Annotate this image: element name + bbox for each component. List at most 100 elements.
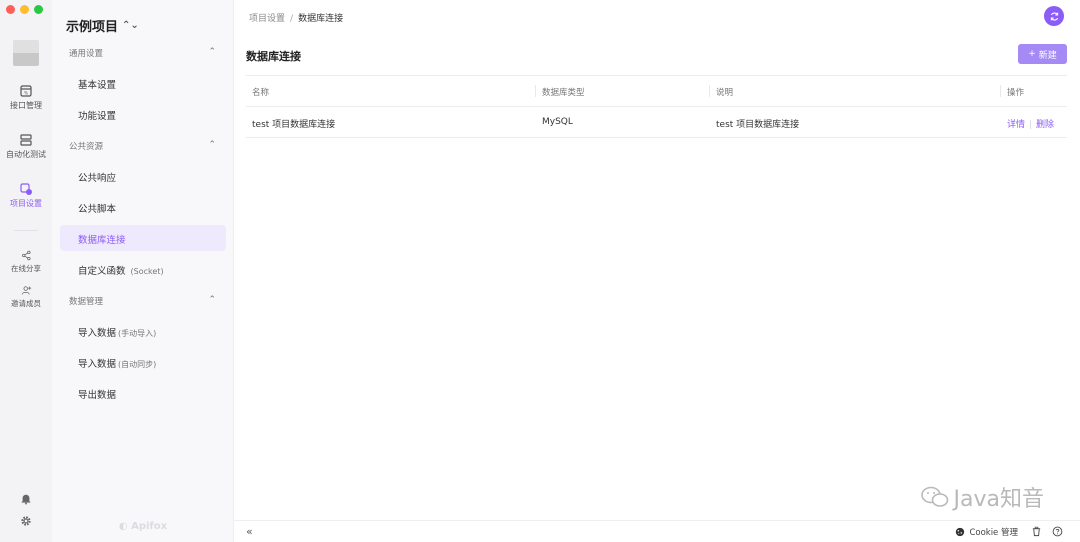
plus-icon: +	[1028, 49, 1036, 59]
column-divider	[709, 85, 710, 97]
rail-item-automation[interactable]: 自动化测试	[0, 133, 52, 160]
rail-item-label: 项目设置	[10, 199, 42, 208]
table-header-row: 名称 数据库类型 说明 操作	[246, 76, 1067, 107]
chevron-up-icon: ⌃	[208, 47, 216, 57]
project-switcher[interactable]: 示例项目 ⌃⌄	[66, 16, 139, 35]
sidebar-item-basic-settings[interactable]: 基本设置	[60, 70, 226, 96]
sidebar-item-import-auto[interactable]: 导入数据 (自动同步)	[60, 349, 226, 375]
collapse-sidebar-button[interactable]: «	[246, 525, 253, 538]
rail-item-api[interactable]: % 接口管理	[0, 84, 52, 111]
rail-item-project-settings[interactable]: 项目设置	[0, 182, 52, 209]
group-general-settings[interactable]: 通用设置 ⌃	[52, 44, 234, 64]
project-name: 示例项目	[66, 20, 119, 35]
rail-item-share[interactable]: 在线分享	[0, 250, 52, 274]
api-icon: %	[20, 85, 32, 97]
breadcrumb: 项目设置 / 数据库连接	[249, 11, 343, 24]
sync-icon	[1050, 12, 1058, 20]
chevron-up-icon: ⌃	[208, 140, 216, 150]
window-controls	[6, 5, 43, 14]
group-public-resources[interactable]: 公共资源 ⌃	[52, 137, 234, 157]
maximize-window-button[interactable]	[34, 5, 43, 14]
sidebar-item-public-script[interactable]: 公共脚本	[60, 194, 226, 220]
main-content: 项目设置 / 数据库连接 数据库连接 + 新建 名称 数据库类型 说明 操作 tes…	[234, 0, 1080, 542]
share-icon	[21, 250, 31, 261]
trash-icon[interactable]	[1031, 526, 1042, 537]
rail-item-label: 邀请成员	[11, 299, 41, 308]
sidebar-item-label: 公共响应	[78, 173, 117, 184]
column-divider	[535, 85, 536, 97]
invite-member-icon	[21, 286, 31, 295]
sidebar-item-label: 自定义函数 (Socket)	[78, 263, 164, 277]
rail-item-invite[interactable]: 邀请成员	[0, 285, 52, 309]
cookie-manager-label: Cookie 管理	[969, 528, 1018, 538]
sidebar-item-feature-settings[interactable]: 功能设置	[60, 101, 226, 127]
watermark: Java知音	[920, 481, 1044, 513]
rail-item-label: 接口管理	[10, 101, 42, 110]
action-divider	[1030, 120, 1032, 129]
left-rail: % 接口管理 自动化测试 项目设置 在线分享 邀请成员	[0, 0, 52, 542]
table-row[interactable]: test 项目数据库连接 MySQL test 项目数据库连接 详情 删除	[246, 107, 1067, 138]
chevron-updown-icon: ⌃⌄	[122, 20, 139, 31]
sidebar-item-database-connection[interactable]: 数据库连接	[60, 225, 226, 251]
sidebar-item-label: 数据库连接	[78, 235, 126, 246]
group-label: 通用设置	[69, 49, 104, 59]
sidebar-item-sub-label: (自动同步)	[118, 360, 157, 369]
sidebar-item-sub-label: (Socket)	[130, 267, 164, 276]
gear-icon	[21, 516, 31, 526]
new-connection-button[interactable]: + 新建	[1018, 44, 1067, 64]
bell-icon	[21, 494, 31, 505]
project-settings-icon	[20, 183, 32, 195]
sidebar-item-label: 基本设置	[78, 80, 117, 91]
column-header-type: 数据库类型	[542, 88, 585, 98]
breadcrumb-current: 数据库连接	[298, 14, 344, 24]
watermark-text: Java知音	[953, 487, 1044, 512]
rail-divider	[14, 230, 38, 231]
sidebar-item-custom-function[interactable]: 自定义函数 (Socket)	[60, 256, 226, 282]
automation-icon	[20, 134, 32, 146]
breadcrumb-parent[interactable]: 项目设置	[249, 14, 285, 24]
cell-description: test 项目数据库连接	[716, 120, 800, 130]
bottom-bar: « Cookie 管理	[234, 520, 1080, 542]
wechat-icon	[920, 486, 948, 507]
sidebar-item-label: 功能设置	[78, 111, 117, 122]
connections-table: 名称 数据库类型 说明 操作 test 项目数据库连接 MySQL test 项…	[246, 75, 1067, 138]
help-icon[interactable]	[1052, 526, 1063, 537]
group-data-management[interactable]: 数据管理 ⌃	[52, 292, 234, 312]
cell-type: MySQL	[542, 117, 573, 127]
sidebar-item-main-label: 自定义函数	[78, 266, 126, 277]
brand-logo: ◐ Apifox	[118, 521, 168, 532]
sidebar-item-main-label: 导入数据	[78, 328, 117, 339]
column-divider	[1000, 85, 1001, 97]
sync-button[interactable]	[1044, 6, 1064, 26]
column-header-actions: 操作	[1007, 88, 1025, 98]
cookie-icon	[956, 527, 965, 537]
cell-actions: 详情 删除	[1007, 117, 1054, 130]
project-sidebar: 示例项目 ⌃⌄ 通用设置 ⌃ 基本设置 功能设置 公共资源 ⌃ 公共响应 公共脚…	[52, 0, 234, 542]
sidebar-item-sub-label: (手动导入)	[118, 329, 157, 338]
rail-item-label: 在线分享	[11, 264, 41, 273]
close-window-button[interactable]	[6, 5, 15, 14]
sidebar-item-main-label: 导入数据	[78, 359, 117, 370]
delete-link[interactable]: 删除	[1036, 120, 1054, 130]
cell-name: test 项目数据库连接	[252, 120, 336, 130]
settings-button[interactable]	[0, 515, 52, 530]
chevron-up-icon: ⌃	[208, 295, 216, 305]
sidebar-item-import-manual[interactable]: 导入数据 (手动导入)	[60, 318, 226, 344]
sidebar-item-public-response[interactable]: 公共响应	[60, 163, 226, 189]
details-link[interactable]: 详情	[1007, 120, 1025, 130]
sidebar-item-export[interactable]: 导出数据	[60, 380, 226, 406]
sidebar-item-label: 导入数据 (手动导入)	[78, 325, 156, 339]
group-label: 数据管理	[69, 297, 104, 307]
svg-text:%: %	[24, 91, 28, 96]
group-label: 公共资源	[69, 142, 104, 152]
column-header-name: 名称	[252, 88, 270, 98]
new-button-label: 新建	[1038, 50, 1057, 61]
project-avatar[interactable]	[13, 40, 39, 66]
rail-item-label: 自动化测试	[6, 150, 46, 159]
column-header-description: 说明	[716, 88, 734, 98]
sidebar-item-label: 公共脚本	[78, 204, 117, 215]
minimize-window-button[interactable]	[20, 5, 29, 14]
page-title: 数据库连接	[246, 50, 301, 63]
notification-button[interactable]	[0, 493, 52, 508]
cookie-manager-button[interactable]: Cookie 管理	[955, 526, 1018, 538]
